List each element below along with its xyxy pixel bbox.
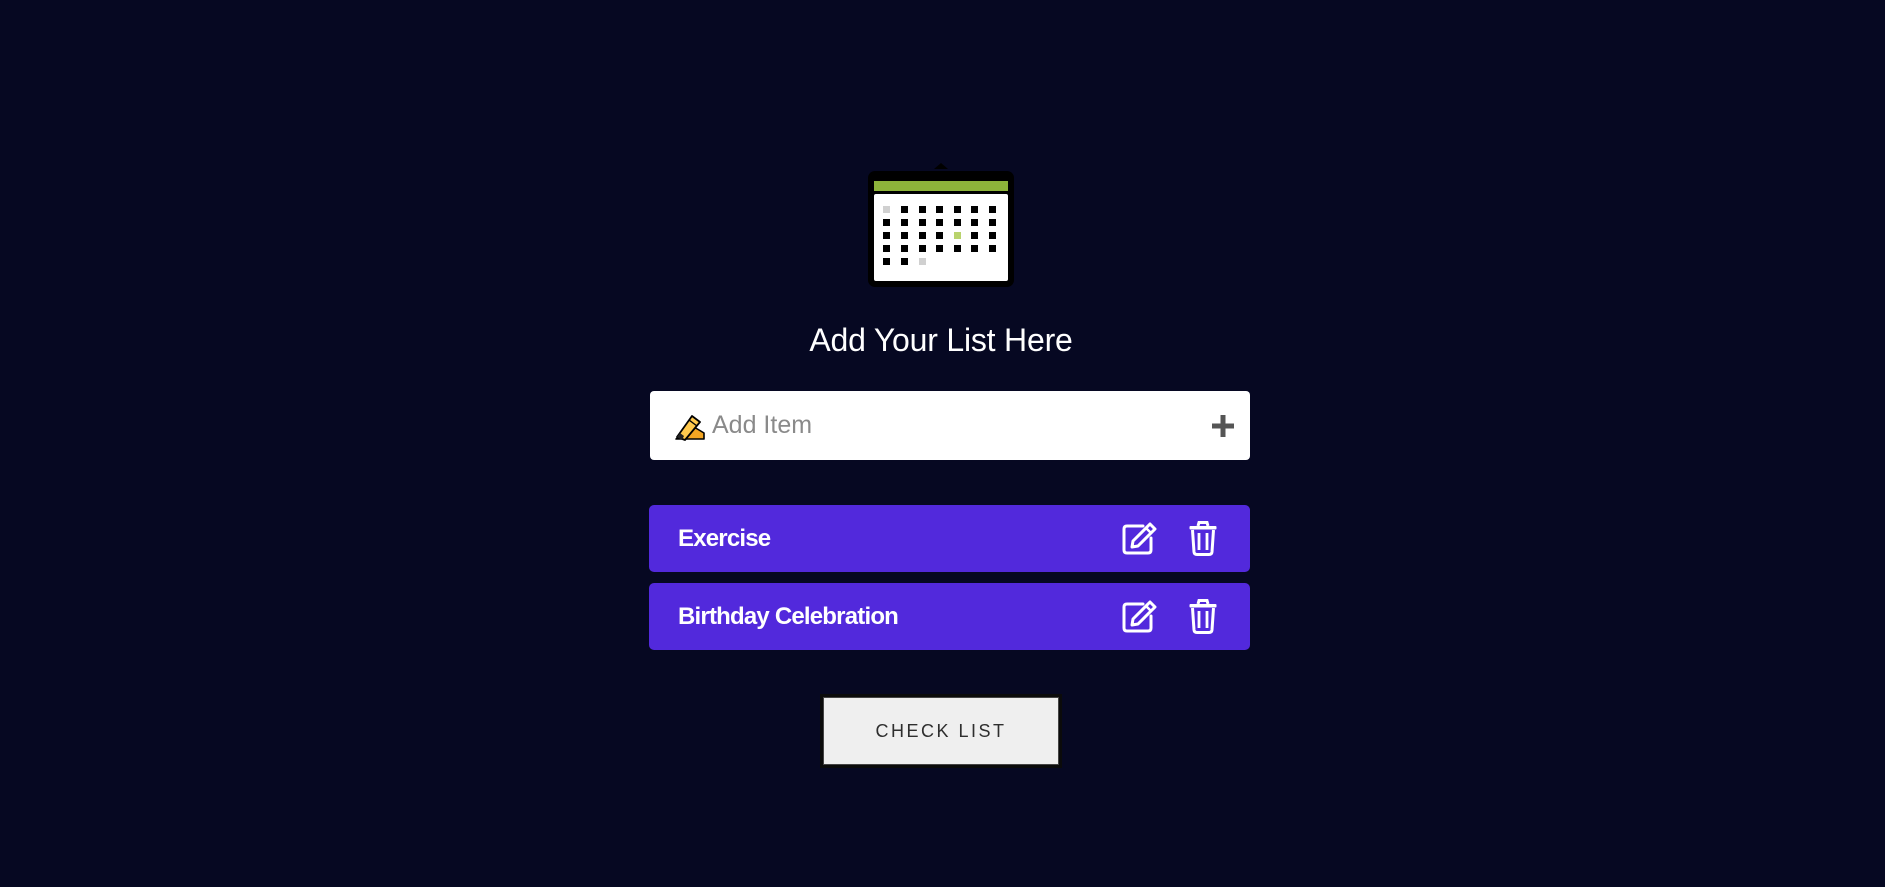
trash-icon[interactable]	[1189, 521, 1217, 556]
list-item: Exercise	[649, 505, 1250, 572]
todo-app: Add Your List Here Exercise	[0, 0, 1885, 887]
edit-icon[interactable]	[1121, 600, 1157, 633]
page-title: Add Your List Here	[809, 322, 1073, 358]
trash-icon[interactable]	[1189, 599, 1217, 634]
list-item-label: Birthday Celebration	[678, 603, 899, 630]
add-item-input[interactable]	[712, 391, 1182, 460]
add-item-field[interactable]	[650, 391, 1250, 460]
edit-icon[interactable]	[1121, 522, 1157, 555]
calendar-icon	[868, 163, 1014, 287]
list-item-label: Exercise	[678, 525, 771, 552]
plus-icon[interactable]	[1210, 413, 1236, 439]
todo-list: Exercise Birthday Celebration	[649, 505, 1250, 661]
pencil-icon	[675, 415, 705, 441]
check-list-button[interactable]: CHECK LIST	[820, 694, 1062, 768]
list-item: Birthday Celebration	[649, 583, 1250, 650]
